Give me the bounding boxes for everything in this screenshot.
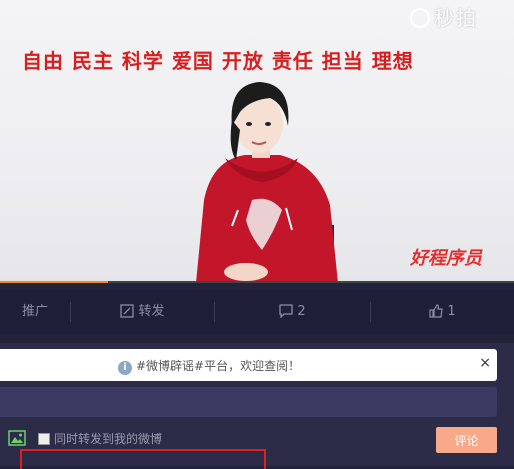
video-progress-fill (0, 281, 108, 283)
comment-icon (279, 304, 294, 319)
forward-checkbox[interactable] (38, 433, 50, 445)
comment-count: 2 (297, 304, 306, 319)
forward-button[interactable]: 转发 (71, 290, 214, 334)
video-brand-logo: 好程序员 (410, 248, 482, 269)
image-icon[interactable] (8, 430, 26, 446)
like-count: 1 (447, 304, 456, 319)
submit-comment-button[interactable]: 评论 (436, 427, 497, 453)
comment-composer: i #微博辟谣#平台，欢迎查阅！ × 同时转发到我的微博 评论 (0, 343, 514, 469)
forward-checkbox-label: 同时转发到我的微博 (54, 432, 163, 446)
like-button[interactable]: 1 (371, 290, 514, 334)
like-icon (429, 304, 444, 318)
comment-button[interactable]: 2 (215, 290, 370, 334)
close-icon[interactable]: × (479, 355, 491, 371)
notice-text[interactable]: #微博辟谣#平台，欢迎查阅！ (136, 359, 300, 373)
highlight-box (20, 449, 266, 469)
notice-bar: i #微博辟谣#平台，欢迎查阅！ × (0, 349, 497, 381)
promote-button[interactable]: 推广 (0, 290, 70, 334)
forward-icon (120, 304, 135, 318)
action-bar: 推广 转发 2 1 (0, 290, 514, 334)
info-icon: i (118, 361, 132, 375)
promote-label: 推广 (21, 304, 48, 319)
comment-input[interactable] (0, 387, 497, 417)
notice-content: i #微博辟谣#平台，欢迎查阅！ (118, 357, 300, 375)
forward-label: 转发 (138, 304, 165, 319)
video-progress-track[interactable] (0, 281, 514, 283)
video-frame-person (196, 82, 338, 283)
video-player[interactable]: 秒拍 自由 民主 科学 爱国 开放 责任 担当 理想 好程序员 (0, 0, 514, 283)
